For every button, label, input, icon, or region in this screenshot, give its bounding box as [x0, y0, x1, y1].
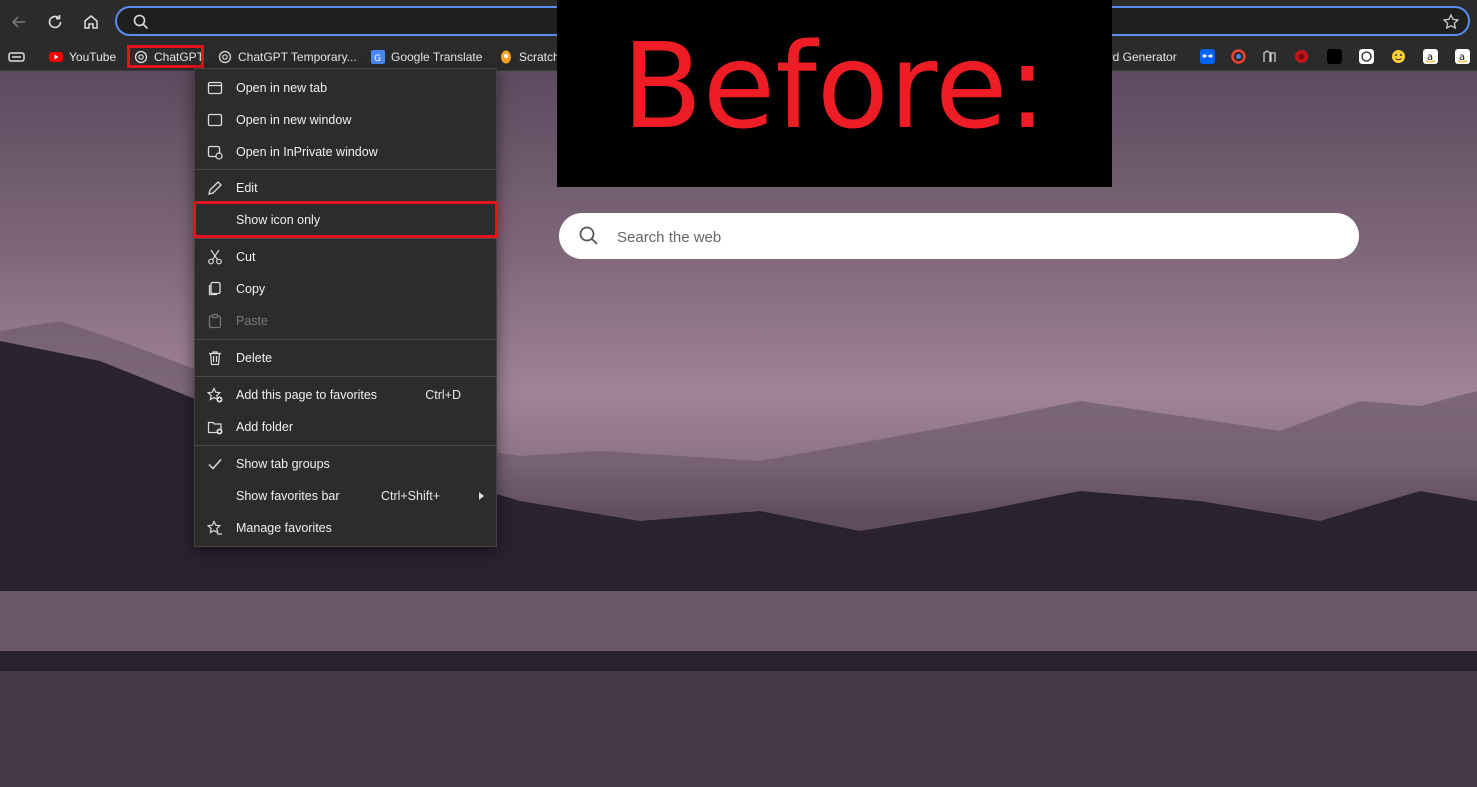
menu-add-folder[interactable]: Add folder: [195, 411, 496, 443]
menu-show-icon-only[interactable]: Show icon only: [195, 204, 496, 236]
favorite-chatgpt-temporary[interactable]: ChatGPT Temporary...: [218, 47, 357, 67]
anthropic-icon[interactable]: [1262, 49, 1277, 64]
menu-label: Open in new window: [236, 113, 352, 127]
search-icon: [133, 14, 149, 30]
search-icon: [579, 226, 598, 245]
menu-separator: [195, 238, 496, 239]
paste-icon: [208, 313, 222, 329]
menu-label: Show favorites bar: [236, 489, 340, 503]
copy-icon: [208, 281, 221, 296]
svg-text:G: G: [374, 54, 381, 64]
scratch-icon: [501, 50, 511, 64]
menu-label: Add this page to favorites: [236, 388, 378, 402]
black-square-icon[interactable]: [1327, 49, 1342, 64]
menu-manage-favorites[interactable]: Manage favorites: [195, 512, 496, 544]
hugging-face-icon[interactable]: [1391, 49, 1406, 64]
favorite-label: Google Translate: [391, 50, 483, 64]
back-arrow-icon: [11, 16, 25, 28]
workspaces-icon: [8, 52, 25, 62]
menu-paste: Paste: [195, 305, 496, 337]
menu-label: Open in new tab: [236, 81, 328, 95]
menu-open-new-window[interactable]: Open in new window: [195, 104, 496, 136]
menu-show-tab-groups[interactable]: Show tab groups: [195, 448, 496, 480]
folder-add-icon: [207, 421, 223, 435]
favorite-label: YouTube: [69, 50, 117, 64]
menu-delete[interactable]: Delete: [195, 342, 496, 374]
favorite-google-translate[interactable]: G Google Translate: [371, 47, 482, 67]
web-search-box[interactable]: [559, 213, 1359, 259]
amazon-icon[interactable]: a: [1455, 49, 1470, 64]
menu-label: Copy: [236, 282, 266, 296]
home-button[interactable]: [79, 10, 103, 34]
star-settings-icon: [207, 520, 222, 535]
menu-show-favorites-bar[interactable]: Show favorites bar Ctrl+Shift+: [195, 480, 496, 512]
menu-label: Open in InPrivate window: [236, 145, 378, 159]
favorite-star-icon[interactable]: [1442, 13, 1460, 31]
menu-open-new-tab[interactable]: Open in new tab: [195, 72, 496, 104]
favorite-label: ChatGPT: [154, 50, 205, 64]
menu-add-page-to-favorites[interactable]: Add this page to favorites Ctrl+D: [195, 379, 496, 411]
openai-icon[interactable]: [1359, 49, 1374, 64]
web-search-input[interactable]: [615, 226, 1319, 248]
menu-edit[interactable]: Edit: [195, 172, 496, 204]
favorite-label: ord Generator: [1102, 50, 1177, 64]
star-add-icon: [207, 387, 223, 403]
menu-separator: [195, 169, 496, 170]
home-icon: [84, 15, 98, 29]
menu-cut[interactable]: Cut: [195, 241, 496, 273]
google-one-icon[interactable]: [1231, 49, 1246, 64]
menu-label: Paste: [236, 314, 268, 328]
openai-icon: [134, 50, 148, 64]
openai-icon: [218, 50, 232, 64]
refresh-icon: [48, 15, 62, 29]
favorite-password-generator[interactable]: ord Generator: [1102, 47, 1177, 67]
menu-label: Delete: [236, 351, 273, 365]
menu-separator: [195, 339, 496, 340]
favorite-chatgpt[interactable]: ChatGPT: [134, 47, 204, 67]
new-window-icon: [207, 113, 223, 127]
new-tab-icon: [207, 81, 223, 95]
amazon-icon[interactable]: a: [1423, 49, 1438, 64]
menu-open-inprivate[interactable]: Open in InPrivate window: [195, 136, 496, 168]
banner-text: Before:: [621, 17, 1048, 155]
favorite-scratch[interactable]: Scratch: [499, 47, 560, 67]
google-translate-icon: G: [371, 50, 385, 64]
chevron-right-icon: [479, 492, 484, 500]
workspaces-button[interactable]: [8, 47, 26, 67]
favorite-label: Scratch: [519, 50, 560, 64]
menu-label: Manage favorites: [236, 521, 332, 535]
checkmark-icon: [208, 459, 222, 470]
favorite-label: ChatGPT Temporary...: [238, 50, 357, 64]
refresh-button[interactable]: [43, 10, 67, 34]
menu-separator: [195, 376, 496, 377]
menu-label: Show icon only: [236, 213, 321, 227]
favorite-context-menu: Open in new tab Open in new window Open …: [194, 68, 497, 547]
red-circle-icon[interactable]: [1294, 49, 1309, 64]
menu-shortcut: Ctrl+D: [425, 388, 461, 402]
menu-label: Add folder: [236, 420, 293, 434]
youtube-icon: [49, 52, 63, 62]
menu-shortcut: Ctrl+Shift+: [380, 489, 440, 503]
favorite-youtube[interactable]: YouTube: [49, 47, 116, 67]
trash-icon: [209, 351, 221, 366]
back-button[interactable]: [7, 10, 31, 34]
menu-copy[interactable]: Copy: [195, 273, 496, 305]
pencil-icon: [208, 181, 222, 195]
menu-label: Show tab groups: [236, 457, 330, 471]
before-banner: Before:: [557, 0, 1112, 187]
scissors-icon: [208, 249, 222, 265]
inprivate-window-icon: [207, 145, 223, 160]
menu-separator: [195, 445, 496, 446]
menu-label: Cut: [236, 250, 256, 264]
dropbox-icon[interactable]: [1200, 49, 1215, 64]
menu-label: Edit: [236, 181, 258, 195]
